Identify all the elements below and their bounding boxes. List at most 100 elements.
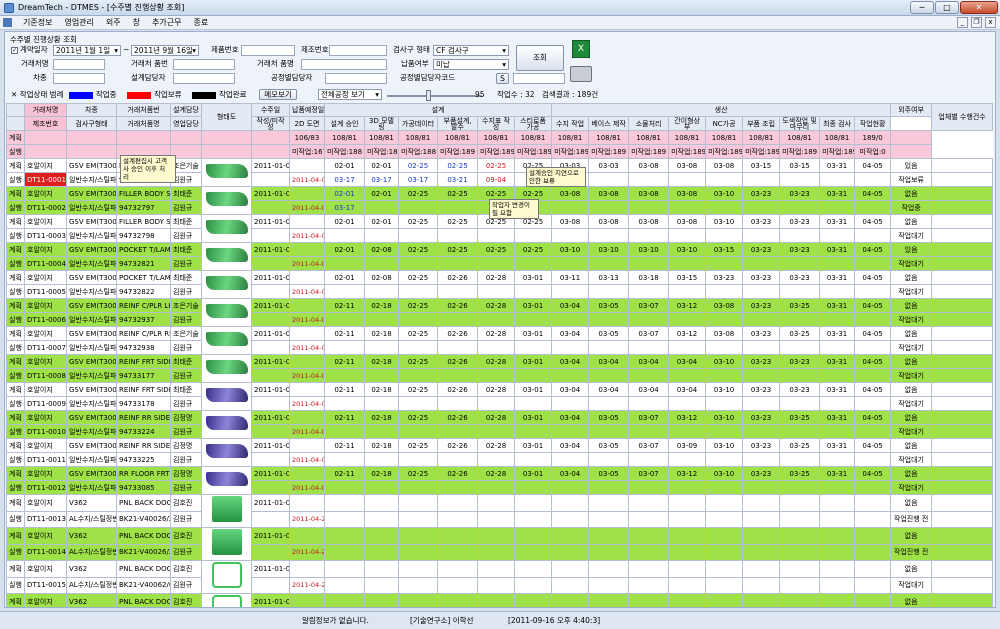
table-cell[interactable] — [628, 510, 670, 528]
table-cell[interactable]: 02-18 — [364, 326, 399, 341]
table-cell[interactable] — [819, 543, 856, 561]
table-cell[interactable] — [251, 510, 290, 528]
table-cell[interactable]: 작업대기 — [890, 284, 933, 299]
table-cell[interactable] — [742, 424, 781, 439]
table-cell[interactable]: 02-25 — [398, 410, 438, 425]
table-cell[interactable] — [742, 593, 781, 607]
table-cell[interactable]: DT11-0009 — [24, 396, 67, 411]
shape-thumbnail[interactable] — [201, 438, 252, 467]
table-cell[interactable]: 03-04 — [588, 354, 630, 369]
col-sub-3[interactable]: 영업담당 — [170, 116, 202, 131]
table-cell[interactable]: DT11-0001 — [24, 172, 67, 187]
designer-input[interactable] — [173, 73, 235, 84]
table-cell[interactable]: 03-31 — [819, 158, 856, 173]
mdi-minimize-button[interactable]: _ — [957, 17, 968, 28]
table-cell[interactable]: 03-17 — [324, 172, 365, 187]
table-cell[interactable] — [588, 256, 630, 271]
table-row[interactable]: 실행DT11-0007일반수지/스틸파94732938김원규 2011-04-05… — [6, 340, 993, 355]
table-cell[interactable]: 03-08 — [705, 298, 744, 313]
table-cell[interactable]: 03-23 — [705, 270, 744, 285]
table-cell[interactable] — [931, 466, 993, 481]
table-cell[interactable]: 김원규 — [170, 340, 202, 355]
table-cell[interactable] — [819, 424, 856, 439]
contract-date-checkbox[interactable]: ✓ 계약일자 — [11, 45, 48, 55]
table-cell[interactable]: 03-31 — [819, 186, 856, 201]
table-cell[interactable] — [628, 172, 670, 187]
shape-thumbnail[interactable] — [201, 466, 252, 495]
client-name-input[interactable] — [53, 59, 105, 70]
table-cell[interactable] — [931, 382, 993, 397]
table-cell[interactable] — [742, 396, 781, 411]
table-cell[interactable] — [705, 200, 744, 215]
table-cell[interactable] — [819, 284, 856, 299]
table-cell[interactable]: 02-01 — [364, 186, 399, 201]
table-cell[interactable]: 02-25 — [398, 186, 438, 201]
table-cell[interactable] — [668, 576, 707, 594]
row-type-label[interactable]: 계획 — [6, 326, 25, 341]
table-cell[interactable] — [628, 576, 670, 594]
memo-button[interactable]: 메모보기 — [259, 89, 297, 100]
table-cell[interactable] — [324, 543, 365, 561]
table-cell[interactable]: AL수지/스틸정번 — [66, 543, 117, 561]
table-cell[interactable] — [398, 576, 438, 594]
table-cell[interactable] — [324, 228, 365, 243]
table-cell[interactable] — [289, 326, 325, 341]
menu-window[interactable]: 창 — [127, 17, 146, 28]
table-cell[interactable]: 작업대기 — [890, 452, 933, 467]
table-cell[interactable] — [779, 284, 821, 299]
table-cell[interactable] — [668, 228, 707, 243]
table-cell[interactable] — [854, 172, 892, 187]
table-cell[interactable] — [779, 593, 821, 607]
table-cell[interactable] — [364, 396, 399, 411]
table-cell[interactable]: 03-04 — [551, 354, 590, 369]
table-cell[interactable]: GSV EM(T300) — [66, 186, 117, 201]
table-cell[interactable] — [588, 494, 630, 512]
table-cell[interactable]: 작업대기 — [890, 480, 933, 495]
table-cell[interactable] — [854, 510, 892, 528]
table-cell[interactable]: 없음 — [890, 326, 933, 341]
table-cell[interactable] — [251, 172, 290, 187]
table-cell[interactable]: 없음 — [890, 354, 933, 369]
table-cell[interactable]: 02-11 — [324, 410, 365, 425]
table-cell[interactable] — [588, 593, 630, 607]
col-sub-2[interactable]: 거래처품명 — [116, 116, 171, 131]
table-cell[interactable] — [628, 312, 670, 327]
table-cell[interactable] — [779, 527, 821, 545]
table-cell[interactable]: 호알이지 — [24, 438, 67, 453]
table-cell[interactable] — [364, 340, 399, 355]
table-cell[interactable]: 04-05 — [854, 298, 892, 313]
table-cell[interactable] — [628, 543, 670, 561]
table-cell[interactable]: 2011-01-06 — [251, 242, 290, 257]
table-cell[interactable]: 04-05 — [854, 354, 892, 369]
shape-thumbnail[interactable] — [201, 298, 252, 327]
table-cell[interactable] — [588, 510, 630, 528]
table-cell[interactable] — [364, 452, 399, 467]
table-cell[interactable]: 02-11 — [324, 354, 365, 369]
table-cell[interactable] — [437, 228, 478, 243]
row-type-label[interactable]: 실행 — [6, 424, 25, 439]
table-cell[interactable] — [324, 256, 365, 271]
table-cell[interactable]: 02-25 — [398, 466, 438, 481]
table-cell[interactable]: 김원규 — [170, 200, 202, 215]
table-cell[interactable]: DT11-0010 — [24, 424, 67, 439]
table-cell[interactable]: 02-01 — [324, 214, 365, 229]
table-cell[interactable] — [551, 527, 590, 545]
table-cell[interactable] — [742, 256, 781, 271]
table-cell[interactable] — [819, 396, 856, 411]
table-cell[interactable]: 03-25 — [779, 326, 821, 341]
table-cell[interactable]: 김호진 — [170, 527, 202, 545]
table-cell[interactable] — [364, 510, 399, 528]
table-row[interactable]: 실행DT11-0004일반수지/스틸파94732821김원규 2011-04-05… — [6, 256, 993, 271]
table-cell[interactable] — [628, 494, 670, 512]
table-cell[interactable] — [477, 593, 515, 607]
row-type-label[interactable]: 계획 — [6, 494, 25, 512]
table-cell[interactable]: 작업보류 — [890, 172, 933, 187]
printer-icon[interactable] — [570, 66, 592, 82]
table-cell[interactable] — [513, 452, 553, 467]
table-cell[interactable]: 03-23 — [742, 270, 781, 285]
table-cell[interactable] — [742, 284, 781, 299]
excel-icon[interactable]: X — [572, 40, 590, 58]
table-cell[interactable] — [588, 560, 630, 578]
table-cell[interactable]: 03-01 — [513, 354, 553, 369]
table-cell[interactable]: 03-05 — [588, 298, 630, 313]
